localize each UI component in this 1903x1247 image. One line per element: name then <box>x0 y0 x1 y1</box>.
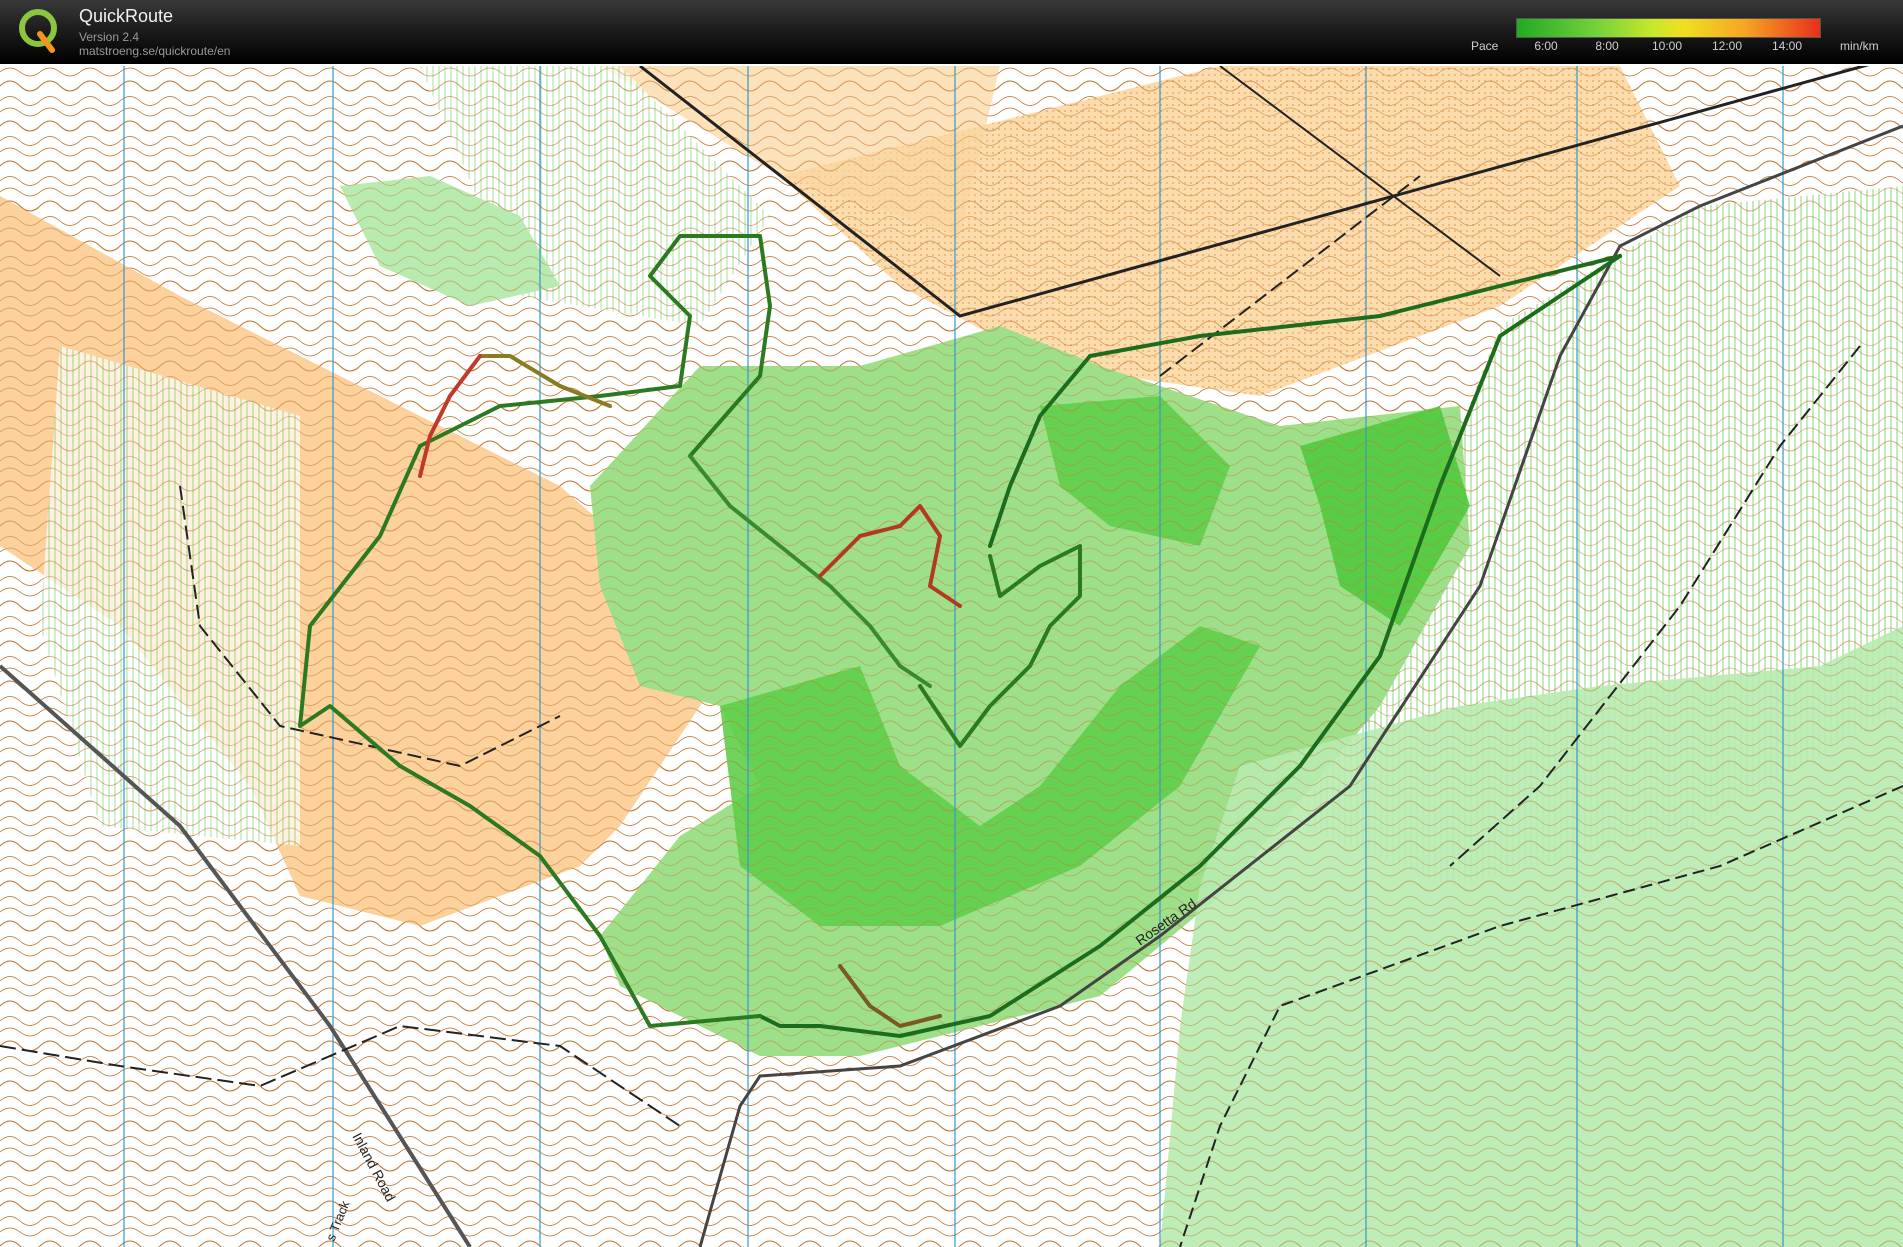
pace-tick-12: 12:00 <box>1711 39 1743 53</box>
pace-legend-unit: min/km <box>1840 39 1879 53</box>
pace-tick-10: 10:00 <box>1651 39 1683 53</box>
pace-legend-label: Pace <box>1471 39 1499 53</box>
quickroute-logo-icon <box>19 9 57 53</box>
pace-tick-6: 6:00 <box>1534 39 1558 53</box>
orienteering-map[interactable]: Rosetta Rd Inland Road s Track <box>0 66 1903 1247</box>
pace-tick-14: 14:00 <box>1771 39 1803 53</box>
app-version: Version 2.4 <box>79 30 140 44</box>
pace-tick-8: 8:00 <box>1595 39 1619 53</box>
app-header: QuickRoute Version 2.4 matstroeng.se/qui… <box>0 0 1903 64</box>
app-name: QuickRoute <box>79 6 174 26</box>
contour-overlay <box>0 66 1903 1247</box>
app-url[interactable]: matstroeng.se/quickroute/en <box>79 44 230 58</box>
pace-color-scale <box>1516 18 1821 38</box>
